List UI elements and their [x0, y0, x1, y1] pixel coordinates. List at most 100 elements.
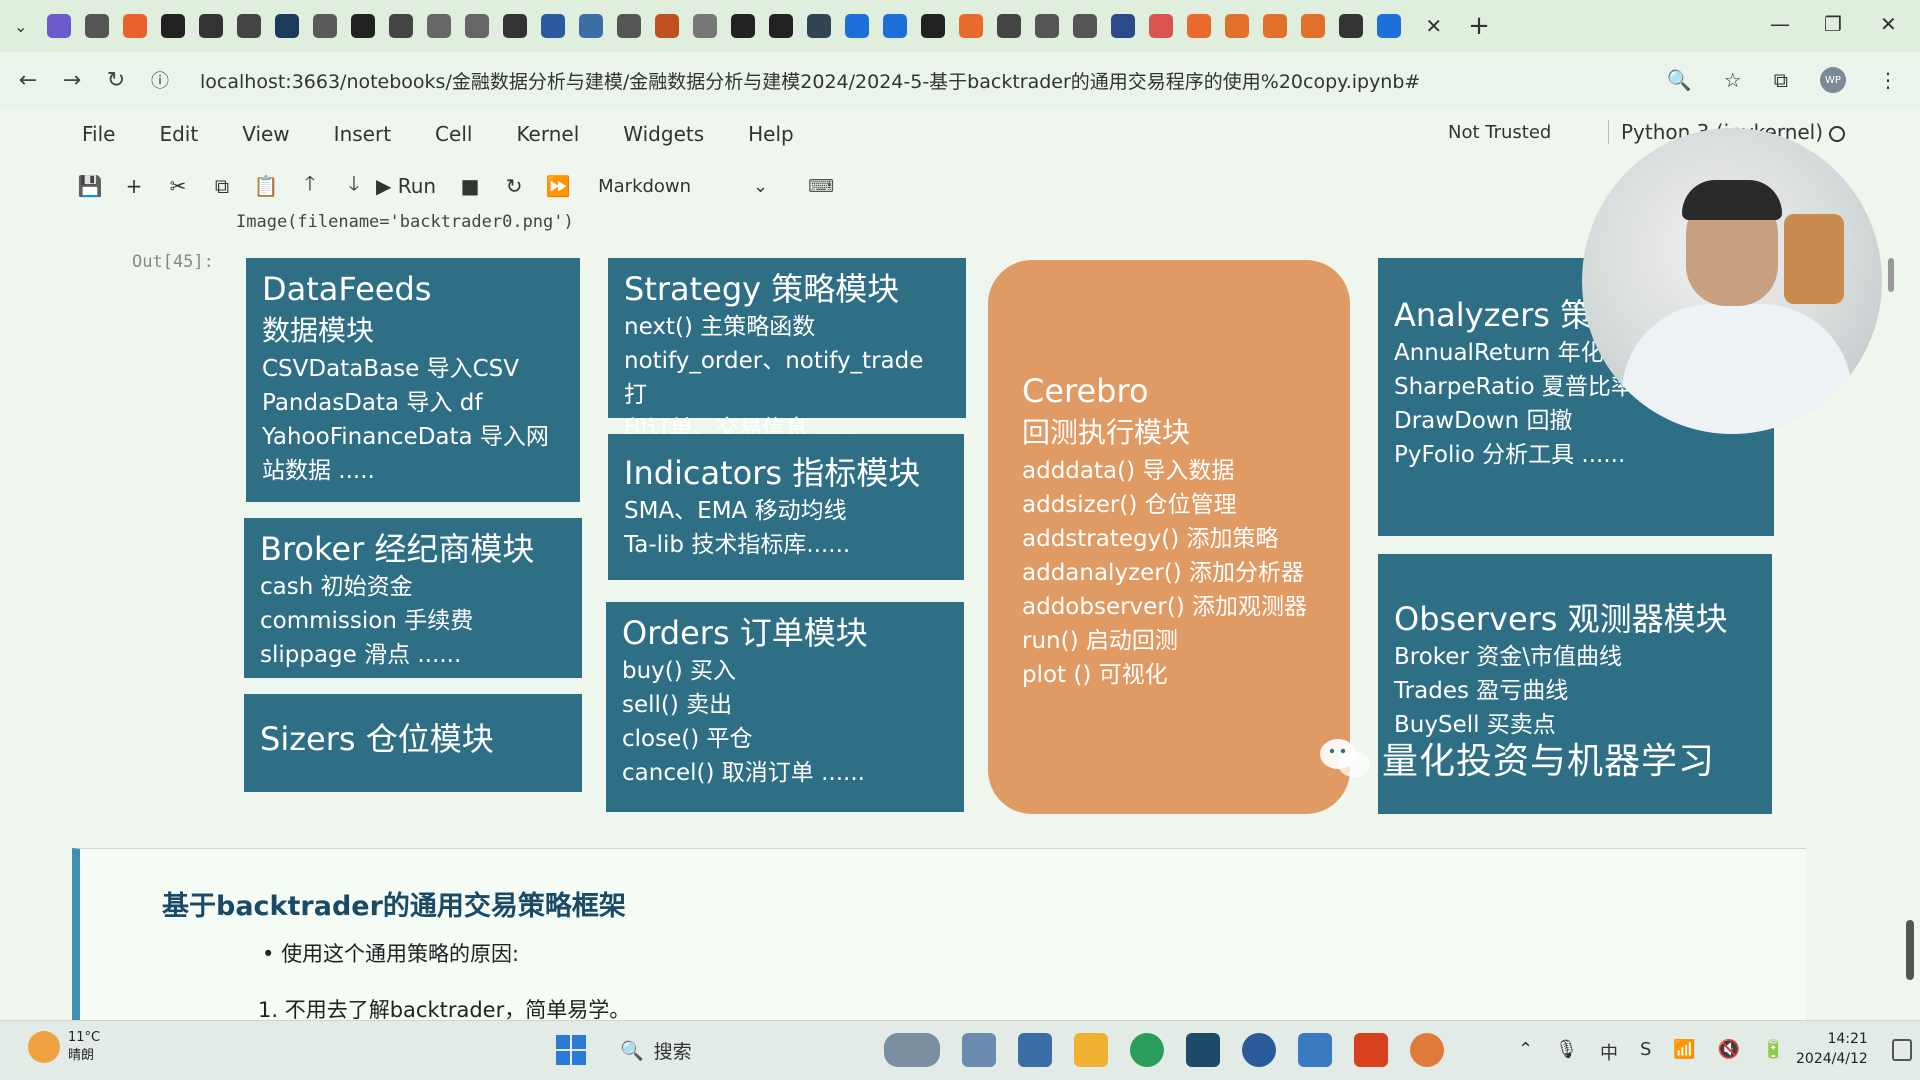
tab-orange-icon[interactable] [123, 14, 148, 38]
chat-icon[interactable] [85, 14, 110, 38]
tab-video2-icon[interactable] [389, 14, 414, 38]
output-scroll-thumb[interactable] [1888, 258, 1894, 292]
tab-globe-icon[interactable] [579, 14, 604, 38]
save-icon[interactable]: 💾 [68, 174, 112, 198]
browser-menu-icon[interactable]: ⋮ [1878, 68, 1898, 92]
minimize-icon[interactable]: — [1770, 12, 1790, 36]
run-button[interactable]: ▶ Run [376, 174, 436, 198]
tab-video-icon[interactable] [237, 14, 262, 38]
microphone-icon[interactable]: 🎙 [1555, 1039, 1578, 1065]
github-icon[interactable] [161, 14, 186, 38]
paste-icon[interactable]: 📋 [244, 174, 288, 198]
output-scrollbar[interactable] [1886, 212, 1896, 1012]
clock[interactable]: 14:21 2024/4/12 [1796, 1029, 1868, 1069]
tab-m-icon[interactable] [1073, 14, 1098, 38]
cell-type-select[interactable]: Markdown ⌄ [598, 176, 768, 197]
tab-app-icon[interactable] [47, 14, 72, 38]
tab-run-icon[interactable] [503, 14, 528, 38]
tray-app-icon[interactable]: S [1640, 1039, 1651, 1065]
app-orange-icon[interactable] [1410, 1033, 1444, 1067]
bookmark-star-icon[interactable]: ☆ [1724, 68, 1742, 92]
page-scrollbar[interactable] [1904, 118, 1916, 1020]
menu-edit[interactable]: Edit [159, 122, 198, 146]
insert-cell-icon[interactable]: + [112, 174, 156, 198]
github-icon[interactable] [769, 14, 794, 38]
copy-icon[interactable]: ⧉ [200, 174, 244, 198]
tab-jian-icon[interactable] [1149, 14, 1174, 38]
extensions-icon[interactable]: ⧉ [1774, 68, 1788, 92]
widgets-icon[interactable] [884, 1033, 940, 1067]
interrupt-icon[interactable]: ■ [448, 174, 492, 198]
cloud-icon[interactable] [427, 14, 452, 38]
globe-icon[interactable] [1035, 14, 1060, 38]
task-view-icon[interactable] [962, 1033, 996, 1067]
move-up-icon[interactable]: 🡑 [288, 169, 332, 203]
tray-chevron-icon[interactable]: ⌃ [1518, 1039, 1533, 1065]
tab-pen-icon[interactable] [1225, 14, 1250, 38]
tab-shield-icon[interactable] [693, 14, 718, 38]
globe-icon[interactable] [617, 14, 642, 38]
github-icon[interactable] [731, 14, 756, 38]
file-explorer-icon[interactable] [1074, 1033, 1108, 1067]
tab-c-icon[interactable] [959, 14, 984, 38]
notifications-icon[interactable] [1892, 1039, 1912, 1061]
tab-c2-icon[interactable] [1187, 14, 1212, 38]
forward-icon[interactable]: → [50, 68, 94, 93]
tab-book-icon[interactable] [541, 14, 566, 38]
tab-pen-icon[interactable] [1263, 14, 1288, 38]
new-tab-icon[interactable]: + [1468, 11, 1490, 41]
tab-a-icon[interactable] [997, 14, 1022, 38]
chrome-icon[interactable] [1130, 1033, 1164, 1067]
tab-51-icon[interactable] [313, 14, 338, 38]
move-down-icon[interactable]: 🡓 [332, 169, 376, 203]
cut-icon[interactable]: ✂ [156, 174, 200, 198]
restart-icon[interactable]: ↻ [492, 174, 536, 198]
terminal-icon[interactable] [1186, 1033, 1220, 1067]
tab-pen-icon[interactable] [1301, 14, 1326, 38]
paw-icon[interactable] [1339, 14, 1364, 38]
restart-run-all-icon[interactable]: ⏩ [536, 174, 580, 198]
menu-widgets[interactable]: Widgets [623, 122, 704, 146]
taskbar-search[interactable]: 🔍 搜索 [612, 1031, 862, 1069]
tab-dark-icon[interactable] [199, 14, 224, 38]
app-window-icon[interactable] [1018, 1033, 1052, 1067]
url-field[interactable]: localhost:3663/notebooks/金融数据分析与建模/金融数据分… [200, 67, 1420, 94]
tab-pdf-icon[interactable] [655, 14, 680, 38]
tab-app2-icon[interactable] [275, 14, 300, 38]
github-icon[interactable] [921, 14, 946, 38]
menu-help[interactable]: Help [748, 122, 794, 146]
profile-avatar[interactable]: WP [1820, 67, 1846, 93]
tab-list-chevron-icon[interactable]: ⌄ [14, 17, 27, 36]
menu-insert[interactable]: Insert [334, 122, 391, 146]
tab-k-icon[interactable] [1111, 14, 1136, 38]
reload-icon[interactable]: ↻ [94, 68, 138, 93]
tab-circle-icon[interactable] [807, 14, 832, 38]
menu-view[interactable]: View [242, 122, 289, 146]
restore-icon[interactable]: ❐ [1824, 12, 1842, 36]
menu-cell[interactable]: Cell [435, 122, 472, 146]
wifi-icon[interactable]: 📶 [1673, 1039, 1695, 1065]
weather-widget[interactable]: 11°C 晴朗 [28, 1029, 100, 1065]
app-play-icon[interactable] [1298, 1033, 1332, 1067]
vscode-icon[interactable] [1242, 1033, 1276, 1067]
site-info-icon[interactable]: ⓘ [138, 67, 182, 93]
keyboard-shortcuts-icon[interactable]: ⌨ [808, 176, 834, 197]
github-icon[interactable] [351, 14, 376, 38]
zhihu-icon[interactable] [1377, 14, 1402, 38]
zoom-icon[interactable]: 🔍 [1667, 68, 1692, 92]
menu-kernel[interactable]: Kernel [516, 122, 579, 146]
back-icon[interactable]: ← [6, 68, 50, 93]
close-tab-icon[interactable]: ✕ [1425, 14, 1442, 38]
trust-indicator[interactable]: Not Trusted [1448, 120, 1551, 145]
start-button[interactable] [556, 1035, 586, 1065]
zhihu-icon[interactable] [883, 14, 908, 38]
close-window-icon[interactable]: ✕ [1880, 12, 1897, 36]
wps-icon[interactable] [1354, 1033, 1388, 1067]
ime-icon[interactable]: 中 [1600, 1039, 1618, 1065]
cloud-icon[interactable] [465, 14, 490, 38]
speaker-icon[interactable]: 🔇 [1718, 1039, 1740, 1065]
zhihu-icon[interactable] [845, 14, 870, 38]
battery-icon[interactable]: 🔋 [1762, 1039, 1784, 1065]
page-scroll-thumb[interactable] [1906, 920, 1914, 980]
menu-file[interactable]: File [82, 122, 115, 146]
